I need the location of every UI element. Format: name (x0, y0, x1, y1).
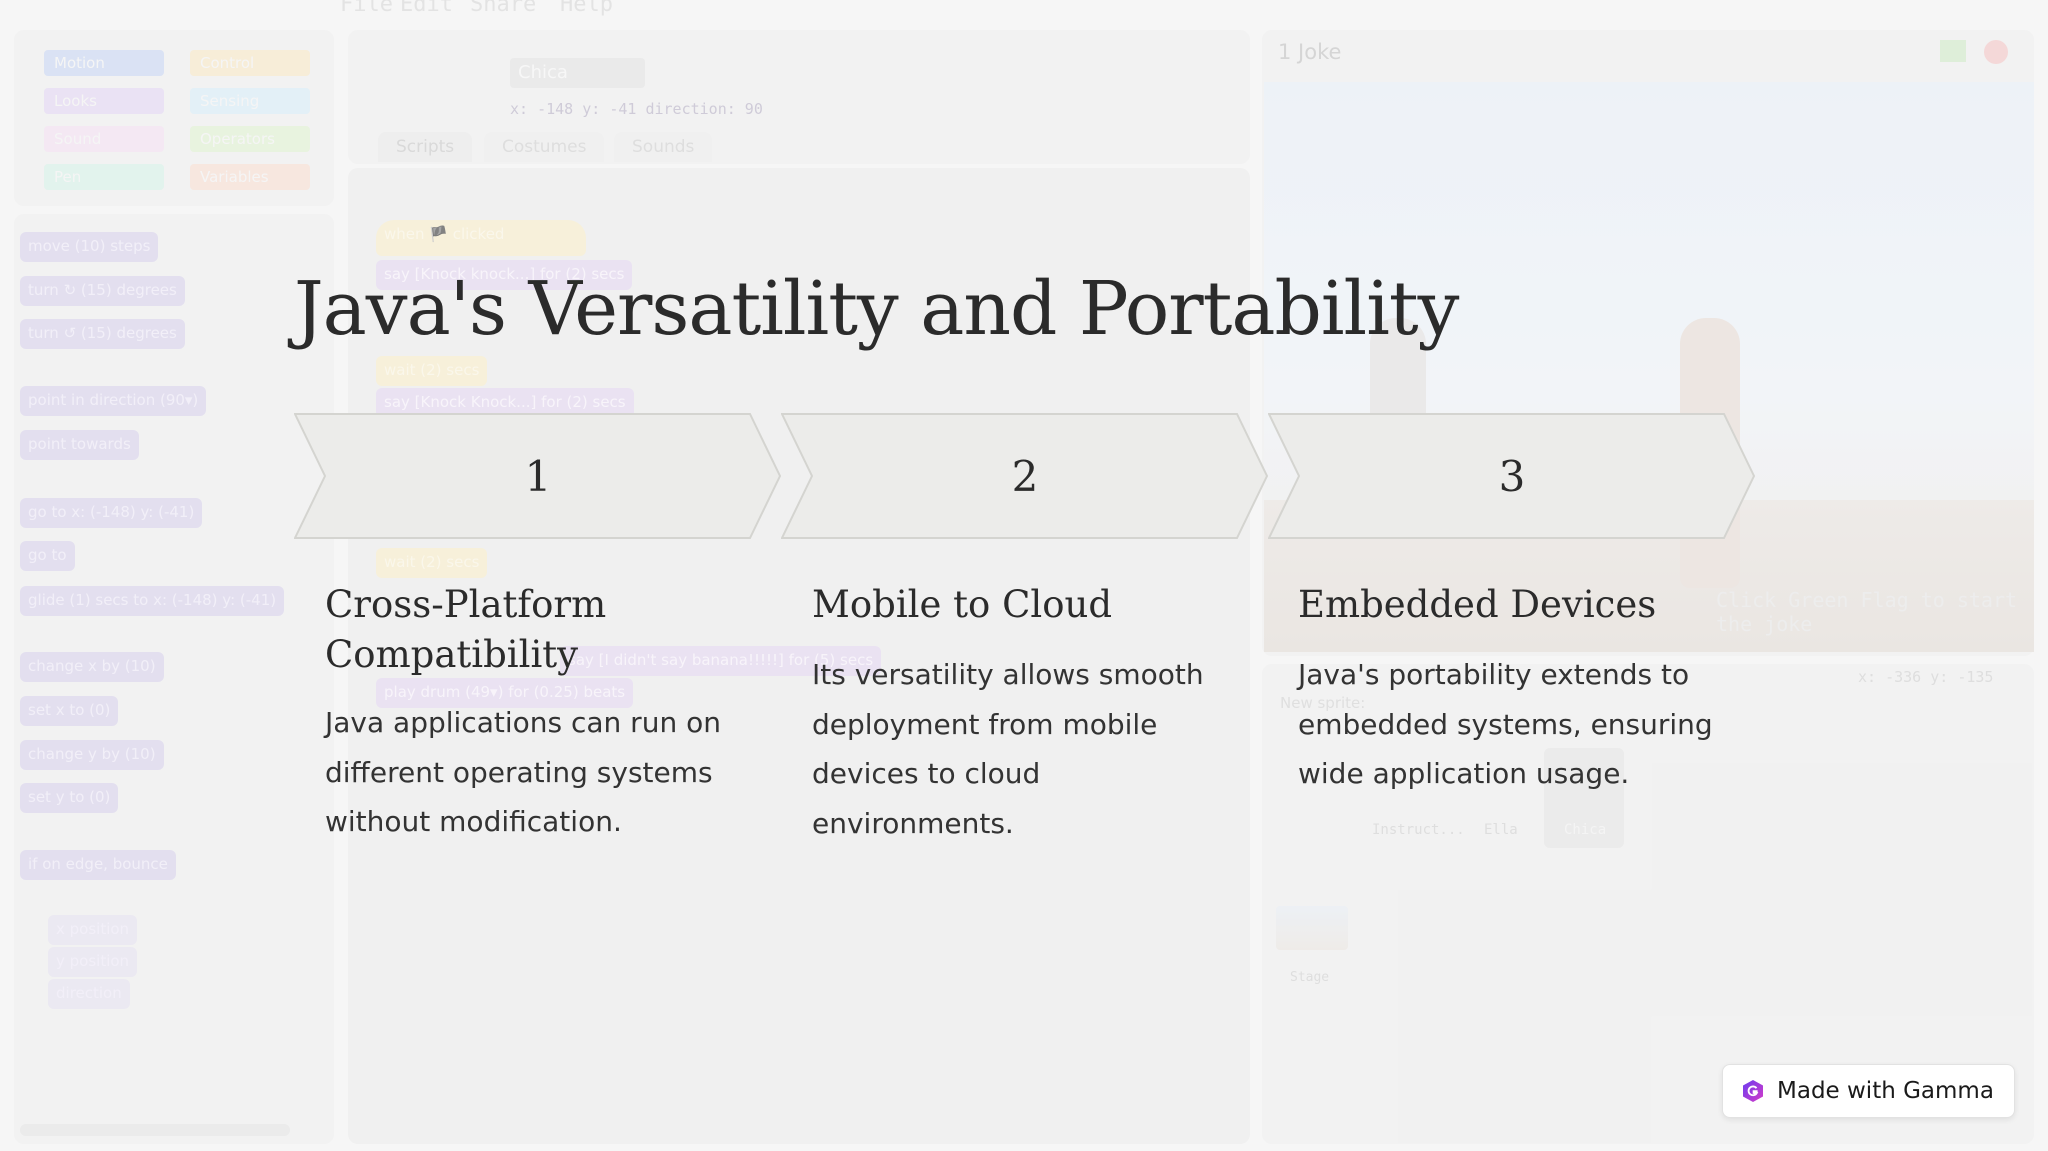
step-chevron-3: 3 (1268, 413, 1756, 539)
background-veil (0, 0, 2048, 1151)
badge-label: Made with Gamma (1777, 1078, 1994, 1104)
step-heading-2: Mobile to Cloud (812, 583, 1113, 626)
step-heading-3: Embedded Devices (1298, 583, 1657, 626)
step-body-1: Java applications can run on different o… (325, 706, 721, 838)
gamma-logo-icon (1743, 1080, 1763, 1102)
step-number: 1 (524, 451, 552, 501)
step-number: 2 (1011, 451, 1039, 501)
step-number: 3 (1498, 451, 1526, 501)
step-chevron-2: 2 (781, 413, 1269, 539)
step-body-3: Java's portability extends to embedded s… (1298, 658, 1713, 790)
slide-title: Java's Versatility and Portability (294, 266, 1459, 352)
step-body-2: Its versatility allows smooth deployment… (812, 658, 1204, 840)
made-with-gamma-badge[interactable]: Made with Gamma (1722, 1064, 2015, 1118)
step-heading-1: Cross-Platform Compatibility (325, 583, 607, 676)
step-chevron-1: 1 (294, 413, 782, 539)
